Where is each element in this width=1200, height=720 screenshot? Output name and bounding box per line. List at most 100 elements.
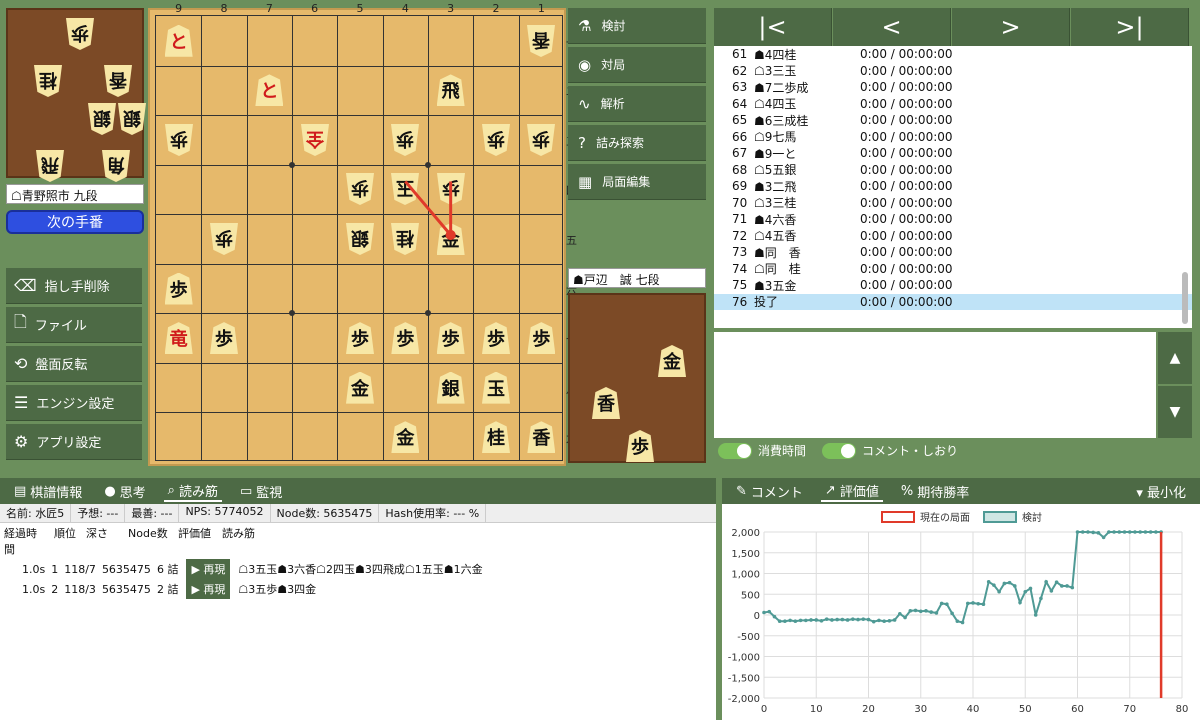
hand-piece[interactable]: 桂 [34,65,62,97]
data-point [1049,589,1054,593]
move-text: ☖同 桂 [754,262,801,277]
data-point [1013,584,1017,588]
toggle-time[interactable]: 消費時間 [718,442,806,459]
legend-current-label: 現在の局面 [920,512,970,524]
pv-nodes: 5635475 [101,562,151,576]
move-row[interactable]: 75 ☗3五金 0:00 / 00:00:00 [714,277,1192,294]
move-row[interactable]: 68 ☖5五銀 0:00 / 00:00:00 [714,162,1192,179]
tab-0[interactable]: ✎ コメント [732,482,807,501]
tab-0[interactable]: ▤ 棋譜情報 [10,482,86,501]
menu-button-2[interactable]: ∿ 解析 [568,86,706,122]
search-list-icon: ⌕ [167,482,175,498]
move-number: 64 [732,96,748,111]
menu-button-label: 解析 [600,97,625,111]
menu-button-label: 詰み探索 [595,136,644,150]
move-row[interactable]: 70 ☖3三桂 0:00 / 00:00:00 [714,195,1192,212]
side-button-2[interactable]: ⟲ 盤面反転 [6,346,142,382]
menu-button-1[interactable]: ◉ 対局 [568,47,706,83]
nav-first-button[interactable]: |< [714,8,832,46]
move-row[interactable]: 65 ☗6三成桂 0:00 / 00:00:00 [714,112,1192,129]
nav-last-button[interactable]: >| [1071,8,1189,46]
data-point [960,620,965,625]
move-list[interactable]: 61 ☗4四桂 0:00 / 00:00:00 62 ☖3三玉 0:00 / 00:00:… [714,46,1192,328]
nav-next-button[interactable]: > [952,8,1070,46]
tab-label: 監視 [256,485,283,501]
side-button-3[interactable]: ☰ エンジン設定 [6,385,142,421]
hand-piece[interactable]: 香 [592,387,620,419]
data-point [1065,584,1069,588]
move-list-scrollbar[interactable] [1182,272,1188,324]
hand-piece[interactable]: 銀 [118,103,146,135]
hand-piece[interactable]: 香 [104,65,132,97]
data-point [1096,531,1101,535]
hand-piece[interactable]: 歩 [66,18,94,50]
move-row[interactable]: 74 ☖同 桂 0:00 / 00:00:00 [714,261,1192,278]
hand-piece[interactable]: 金 [658,345,686,377]
nav-prev-button[interactable]: < [833,8,951,46]
hand-piece[interactable]: 歩 [626,430,654,462]
toggle-comment[interactable]: コメント・しおり [822,442,958,459]
move-row[interactable]: 63 ☗7二歩成 0:00 / 00:00:00 [714,79,1192,96]
chevron-down-icon: ▾ [1136,486,1147,501]
toggle-switch[interactable] [718,442,752,459]
eval-chart[interactable]: 2,0001,5001,0005000-500-1,000-1,500-2,00… [722,504,1192,718]
tab-1[interactable]: ● 思考 [100,482,149,501]
scroll-up-button[interactable]: ▲ [1158,332,1192,384]
tab-2[interactable]: ⌕ 読み筋 [163,481,222,502]
board-grid[interactable]: 987654321一二三四五六七八九と香と飛歩全歩歩歩歩玉歩歩銀桂金歩竜歩歩歩歩… [155,2,577,461]
move-row[interactable]: 72 ☖4五香 0:00 / 00:00:00 [714,228,1192,245]
move-row[interactable]: 73 ☗同 香 0:00 / 00:00:00 [714,244,1192,261]
comment-icon: ✎ [736,483,747,499]
move-number: 69 [732,179,748,194]
comment-box[interactable] [714,332,1156,438]
move-number: 63 [732,80,748,95]
move-row[interactable]: 69 ☗3二飛 0:00 / 00:00:00 [714,178,1192,195]
turn-indicator: 次の手番 [6,210,144,234]
hand-piece[interactable]: 飛 [36,150,64,182]
data-point [851,617,855,621]
move-row[interactable]: 61 ☗4四桂 0:00 / 00:00:00 [714,46,1192,63]
side-button-0[interactable]: ⌫ 指し手削除 [6,268,142,304]
menu-button-3[interactable]: ? 詰み探索 [568,125,706,161]
gote-hand-stand[interactable]: 歩桂香銀銀飛角 [6,8,144,178]
engine-info-item: 予想: --- [71,504,126,522]
move-time: 0:00 / 00:00:00 [860,96,953,111]
menu-button-4[interactable]: ▦ 局面編集 [568,164,706,200]
data-point [1091,530,1095,535]
data-point [929,610,933,614]
pv-row[interactable]: 1.0s 1 118/7 5635475 6 詰 ▶ 再現 ☖3五玉☗3六香☖2四玉☗3四飛… [0,559,716,579]
data-point [950,611,954,616]
data-point [840,617,845,622]
sente-hand-stand[interactable]: 金香歩 [568,293,706,463]
legend-series-label: 検討 [1022,511,1042,524]
move-row[interactable]: 71 ☗4六香 0:00 / 00:00:00 [714,211,1192,228]
hand-piece[interactable]: 銀 [88,103,116,135]
pv-row[interactable]: 1.0s 2 118/3 5635475 2 詰 ▶ 再現 ☖3五歩☗3四金 [0,579,716,599]
shogi-board[interactable]: 987654321一二三四五六七八九と香と飛歩全歩歩歩歩玉歩歩銀桂金歩竜歩歩歩歩… [148,2,577,466]
hand-piece[interactable]: 角 [102,150,130,182]
flip-icon: ⟲ [14,354,28,373]
y-tick-label: 500 [741,590,760,601]
toggle-switch[interactable] [822,442,856,459]
move-row[interactable]: 67 ☗9一と 0:00 / 00:00:00 [714,145,1192,162]
side-button-4[interactable]: ⚙ アプリ設定 [6,424,142,460]
triangle-up-icon: ▲ [1169,350,1181,366]
toggle-comment-label: コメント・しおり [862,444,959,458]
side-button-1[interactable]: 🗋 ファイル [6,307,142,343]
scroll-down-button[interactable]: ▼ [1158,386,1192,438]
move-row[interactable]: 64 ☖4四玉 0:00 / 00:00:00 [714,96,1192,113]
minimize-button[interactable]: ▾ 最小化 [1136,482,1186,501]
tab-1[interactable]: ↗ 評価値 [820,481,883,502]
data-point [1112,530,1116,534]
menu-button-0[interactable]: ⚗ 検討 [568,8,706,44]
move-row[interactable]: 66 ☖9七馬 0:00 / 00:00:00 [714,129,1192,146]
replay-button[interactable]: ▶ 再現 [186,559,231,579]
data-point [898,611,902,616]
move-row[interactable]: 76 投了 0:00 / 00:00:00 [714,293,1192,310]
replay-button[interactable]: ▶ 再現 [186,579,231,599]
tab-3[interactable]: ▭ 監視 [236,482,286,501]
data-point [1143,530,1148,534]
tab-2[interactable]: % 期待勝率 [897,482,973,501]
move-row[interactable]: 62 ☖3三玉 0:00 / 00:00:00 [714,63,1192,80]
best-move-arrows [404,180,456,240]
